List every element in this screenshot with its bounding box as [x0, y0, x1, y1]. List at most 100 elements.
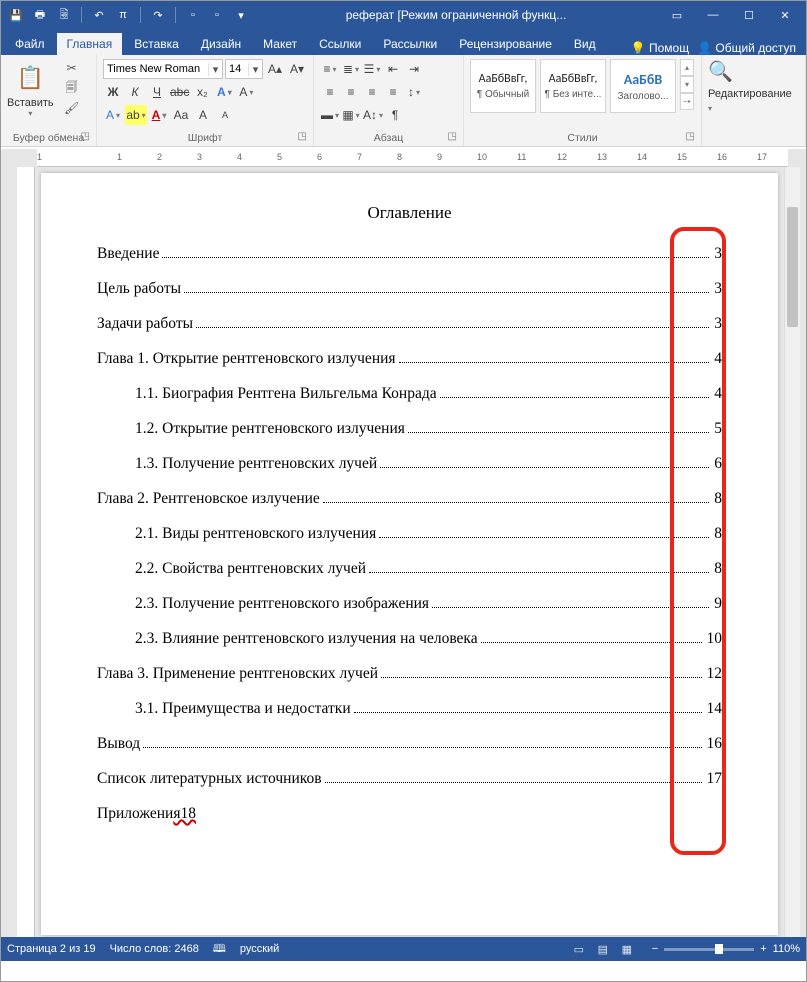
tab-file[interactable]: Файл — [5, 33, 55, 55]
quick-btn-icon[interactable]: 🗟 — [53, 4, 75, 26]
toc-entry-page: 8 — [712, 490, 722, 508]
cut-icon[interactable]: ✂ — [62, 59, 82, 77]
share-button[interactable]: 👤 Общий доступ — [697, 41, 796, 55]
show-marks-icon[interactable]: ¶ — [385, 105, 405, 125]
grow-font2-icon[interactable]: A — [193, 105, 213, 125]
style-heading1[interactable]: АаБбВ Заголово... — [610, 59, 676, 113]
shrink-font2-icon[interactable]: A — [215, 105, 235, 125]
paste-button[interactable]: Вставить — [7, 97, 54, 109]
ruler-area: 11234567891011121314151617 — [1, 149, 806, 167]
maximize-icon[interactable]: ☐ — [732, 4, 766, 26]
styles-up-icon[interactable]: ▴ — [680, 59, 694, 76]
scrollbar-vertical[interactable] — [784, 167, 800, 937]
toc-leader-dots — [196, 327, 709, 328]
document-page[interactable]: Оглавление Введение 3Цель работы 3Задачи… — [41, 173, 778, 935]
editing-button[interactable]: Редактирование — [708, 88, 792, 100]
zoom-level[interactable]: 110% — [773, 943, 800, 955]
tab-design[interactable]: Дизайн — [191, 33, 251, 55]
bold-button[interactable]: Ж — [103, 82, 123, 102]
change-case-icon[interactable]: Aa — [171, 105, 191, 125]
tab-view[interactable]: Вид — [564, 33, 606, 55]
bullets-icon[interactable]: ≡ — [320, 59, 340, 79]
multilevel-icon[interactable]: ☰ — [362, 59, 382, 79]
indent-dec-icon[interactable]: ⇤ — [383, 59, 403, 79]
qat-btn2-icon[interactable]: ▫ — [206, 4, 228, 26]
undo-icon[interactable]: ↶ — [88, 4, 110, 26]
sort-icon[interactable]: A↕ — [362, 105, 384, 125]
indent-inc-icon[interactable]: ⇥ — [404, 59, 424, 79]
styles-dialog-icon[interactable]: ◳ — [686, 131, 695, 142]
format-painter-icon[interactable]: 🖌 — [62, 99, 82, 117]
highlight-icon[interactable]: ab — [125, 105, 147, 125]
view-print-icon[interactable]: ▤ — [592, 940, 614, 958]
file-print-icon[interactable]: 🖶 — [29, 4, 51, 26]
font-size-combo[interactable]: ▾ — [225, 59, 263, 79]
shading-icon[interactable]: ▬ — [320, 105, 340, 125]
italic-button[interactable]: К — [125, 82, 145, 102]
redo-icon[interactable]: ↷ — [147, 4, 169, 26]
style-no-spacing[interactable]: АаБбВвГг, ¶ Без инте... — [540, 59, 606, 113]
align-justify-icon[interactable]: ≡ — [383, 82, 403, 102]
tab-references[interactable]: Ссылки — [309, 33, 371, 55]
clipboard-dialog-icon[interactable]: ◳ — [81, 131, 90, 142]
paragraph-dialog-icon[interactable]: ◳ — [448, 131, 457, 142]
toc-entry-text: Список литературных источников — [97, 770, 322, 788]
style-normal[interactable]: АаБбВвГг, ¶ Обычный — [470, 59, 536, 113]
tab-review[interactable]: Рецензирование — [449, 33, 562, 55]
align-left-icon[interactable]: ≡ — [320, 82, 340, 102]
tab-layout[interactable]: Макет — [253, 33, 307, 55]
pi-icon[interactable]: π — [112, 4, 134, 26]
view-read-icon[interactable]: ▭ — [568, 940, 590, 958]
align-center-icon[interactable]: ≡ — [341, 82, 361, 102]
zoom-in-icon[interactable]: + — [760, 943, 766, 955]
qat-btn-icon[interactable]: ▫ — [182, 4, 204, 26]
toc-leader-dots — [432, 607, 709, 608]
zoom-control[interactable]: − + 110% — [652, 943, 800, 955]
tab-mailings[interactable]: Рассылки — [373, 33, 447, 55]
underline-button[interactable]: Ч — [147, 82, 167, 102]
font-dialog-icon[interactable]: ◳ — [298, 131, 307, 142]
tell-me[interactable]: 💡 Помощ — [631, 41, 689, 55]
status-proofing-icon[interactable]: 🕮 — [213, 940, 226, 959]
styles-down-icon[interactable]: ▾ — [680, 76, 694, 93]
status-words[interactable]: Число слов: 2468 — [110, 943, 199, 955]
tab-insert[interactable]: Вставка — [124, 33, 189, 55]
outline-font-icon[interactable]: A — [103, 105, 123, 125]
status-page[interactable]: Страница 2 из 19 — [7, 943, 96, 955]
close-icon[interactable]: ✕ — [768, 4, 802, 26]
font-color-icon[interactable]: A — [149, 105, 169, 125]
clear-format-icon[interactable]: A — [236, 82, 256, 102]
toc-leader-dots — [184, 292, 709, 293]
grow-font-icon[interactable]: A▴ — [265, 59, 285, 79]
text-effects-icon[interactable]: A — [214, 82, 234, 102]
strike-button[interactable]: abc — [169, 82, 190, 102]
view-web-icon[interactable]: ▦ — [616, 940, 638, 958]
find-icon[interactable]: 🔍 — [708, 59, 733, 84]
sub-super-icon[interactable]: x₂ — [192, 82, 212, 102]
line-spacing-icon[interactable]: ↕ — [404, 82, 424, 102]
zoom-slider[interactable] — [664, 948, 754, 951]
save-icon[interactable]: 💾 — [5, 4, 27, 26]
toc-entry-page: 6 — [712, 455, 722, 473]
copy-icon[interactable]: 🗐 — [62, 79, 82, 97]
minimize-icon[interactable]: — — [696, 4, 730, 26]
shrink-font-icon[interactable]: A▾ — [287, 59, 307, 79]
ruler-horizontal[interactable]: 11234567891011121314151617 — [37, 149, 788, 167]
zoom-out-icon[interactable]: − — [652, 943, 658, 955]
styles-more-icon[interactable]: ⎯▾ — [680, 93, 694, 110]
toc-entry: 1.2. Открытие рентгеновского излучения 5 — [97, 420, 722, 438]
ruler-vertical[interactable] — [17, 167, 35, 937]
group-clipboard-label: Буфер обмена — [13, 132, 84, 144]
statusbar: Страница 2 из 19 Число слов: 2468 🕮 русс… — [1, 937, 806, 961]
scrollbar-thumb[interactable] — [787, 207, 798, 327]
toc-entry-page: 9 — [712, 595, 722, 613]
ribbon-options-icon[interactable]: ▭ — [660, 4, 694, 26]
borders-icon[interactable]: ▦ — [341, 105, 361, 125]
status-language[interactable]: русский — [240, 943, 279, 955]
align-right-icon[interactable]: ≡ — [362, 82, 382, 102]
qat-customize-icon[interactable]: ▾ — [230, 4, 252, 26]
numbering-icon[interactable]: ≣ — [341, 59, 361, 79]
tab-home[interactable]: Главная — [57, 33, 123, 55]
font-name-combo[interactable]: ▾ — [103, 59, 223, 79]
paste-icon[interactable]: 📋 — [11, 59, 49, 97]
